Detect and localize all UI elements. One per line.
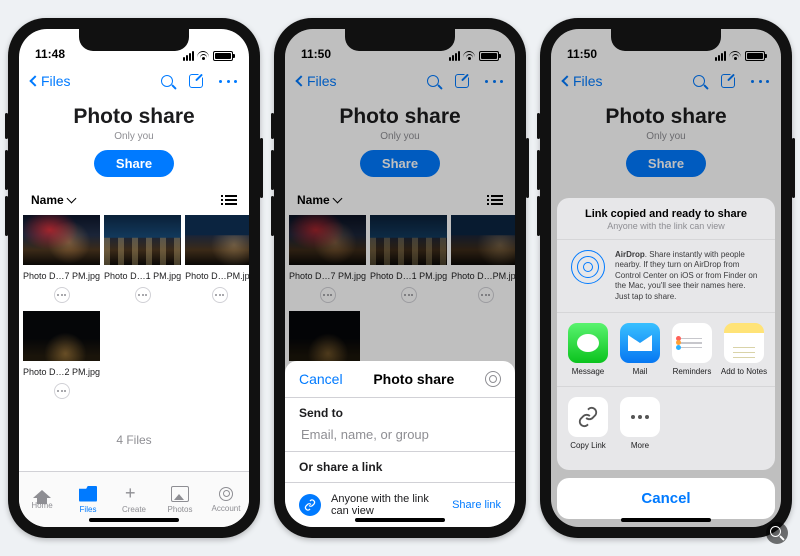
cellular-icon xyxy=(183,51,194,61)
airdrop-icon xyxy=(571,250,605,284)
recipient-input[interactable] xyxy=(299,426,501,443)
battery-icon xyxy=(213,51,233,61)
search-icon[interactable] xyxy=(161,75,173,87)
file-menu-button[interactable] xyxy=(54,287,70,303)
tab-label: Account xyxy=(212,504,241,513)
sort-label: Name xyxy=(31,193,64,207)
share-sheet: Cancel Photo share Send to Or share a li… xyxy=(285,361,515,527)
file-tile[interactable]: Photo D…1 PM.jpg xyxy=(104,215,181,303)
home-indicator[interactable] xyxy=(89,518,179,522)
multiselect-icon[interactable] xyxy=(189,74,203,88)
sheet-title: Photo share xyxy=(373,371,454,387)
thumbnail xyxy=(104,215,181,265)
mail-icon xyxy=(620,323,660,363)
tab-account[interactable]: Account xyxy=(203,472,249,527)
file-menu-button[interactable] xyxy=(212,287,228,303)
nav-bar: Files xyxy=(19,63,249,99)
file-menu-button[interactable] xyxy=(54,383,70,399)
file-count: 4 Files xyxy=(19,433,249,447)
share-status: Only you xyxy=(19,131,249,142)
link-permission-text: Anyone with the link can view xyxy=(331,493,442,517)
share-cancel-button[interactable]: Cancel xyxy=(557,478,775,519)
tab-label: Files xyxy=(80,505,97,514)
share-app-message[interactable]: Message xyxy=(563,323,613,376)
app-label: More xyxy=(631,441,649,450)
share-button[interactable]: Share xyxy=(94,150,174,177)
share-headline: Link copied and ready to share xyxy=(569,208,763,220)
file-name: Photo D…2 PM.jpg xyxy=(23,367,100,377)
share-subtext: Anyone with the link can view xyxy=(569,221,763,231)
file-name: Photo D…PM.jpg xyxy=(185,271,249,281)
chevron-left-icon xyxy=(29,75,40,86)
page-title: Photo share xyxy=(19,105,249,129)
app-label: Add to Notes xyxy=(721,367,767,376)
share-app-notes[interactable]: Add to Notes xyxy=(719,323,769,376)
gear-icon[interactable] xyxy=(485,371,501,387)
app-label: Copy Link xyxy=(570,441,606,450)
phone-screenshot-3: 11:50 Files Photo share Only you Share L… xyxy=(540,18,792,538)
back-button[interactable]: Files xyxy=(31,73,71,89)
app-label: Message xyxy=(572,367,604,376)
message-icon xyxy=(568,323,608,363)
plus-icon: + xyxy=(125,486,143,502)
account-icon xyxy=(219,487,233,501)
view-toggle-icon[interactable] xyxy=(225,195,237,205)
file-tile[interactable]: Photo D…2 PM.jpg xyxy=(23,311,100,399)
phone-screenshot-1: 11:48 Files Photo share Only you Share xyxy=(8,18,260,538)
send-to-label: Send to xyxy=(299,406,501,420)
chevron-down-icon xyxy=(66,194,76,204)
tab-label: Create xyxy=(122,505,146,514)
thumbnail xyxy=(23,215,100,265)
sort-button[interactable]: Name xyxy=(31,193,75,207)
home-indicator[interactable] xyxy=(621,518,711,522)
share-app-reminders[interactable]: Reminders xyxy=(667,323,717,376)
more-actions-icon xyxy=(620,397,660,437)
tab-home[interactable]: Home xyxy=(19,472,65,527)
file-name: Photo D…7 PM.jpg xyxy=(23,271,100,281)
back-label: Files xyxy=(41,73,71,89)
file-tile[interactable]: Photo D…PM.jpg xyxy=(185,215,249,303)
link-icon xyxy=(299,494,321,516)
notes-icon xyxy=(724,323,764,363)
home-indicator[interactable] xyxy=(355,518,445,522)
wifi-icon xyxy=(197,51,210,61)
reminders-icon xyxy=(672,323,712,363)
share-action-copy[interactable]: Copy Link xyxy=(563,397,613,450)
share-link-button[interactable]: Share link xyxy=(452,499,501,511)
home-icon xyxy=(33,490,51,498)
share-app-mail[interactable]: Mail xyxy=(615,323,665,376)
folder-header: Photo share Only you Share xyxy=(19,99,249,187)
share-action-more[interactable]: More xyxy=(615,397,665,450)
or-share-label: Or share a link xyxy=(299,460,501,474)
file-name: Photo D…1 PM.jpg xyxy=(104,271,181,281)
airdrop-description: AirDrop. Share instantly with people nea… xyxy=(615,250,761,302)
cancel-button[interactable]: Cancel xyxy=(299,371,343,387)
app-label: Reminders xyxy=(673,367,712,376)
file-menu-button[interactable] xyxy=(135,287,151,303)
thumbnail xyxy=(23,311,100,361)
more-icon[interactable] xyxy=(219,73,237,90)
sort-bar: Name xyxy=(19,187,249,213)
phone-screenshot-2: 11:50 Files Photo share Only you Share N… xyxy=(274,18,526,538)
tab-label: Photos xyxy=(168,505,193,514)
copy-link-icon xyxy=(568,397,608,437)
airdrop-row[interactable]: AirDrop. Share instantly with people nea… xyxy=(557,240,775,313)
photos-icon xyxy=(171,486,189,502)
file-tile[interactable]: Photo D…7 PM.jpg xyxy=(23,215,100,303)
clock: 11:48 xyxy=(35,47,65,61)
thumbnail xyxy=(185,215,249,265)
ios-share-sheet: Link copied and ready to share Anyone wi… xyxy=(557,198,775,519)
folder-icon xyxy=(79,486,97,502)
app-label: Mail xyxy=(633,367,648,376)
